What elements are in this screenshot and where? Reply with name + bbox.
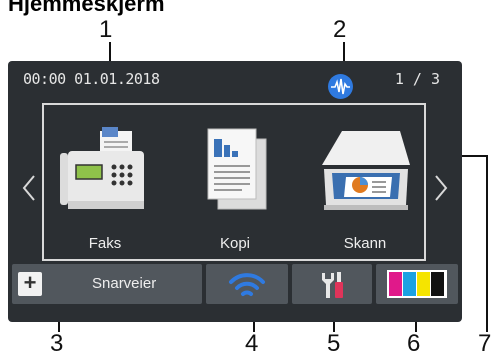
fax-app-button[interactable]: Faks xyxy=(50,115,160,255)
app-panel: Faks Kopi Skann xyxy=(42,103,426,261)
callout-6: 6 xyxy=(407,330,421,356)
callout-4: 4 xyxy=(245,330,259,356)
chevron-left-icon[interactable] xyxy=(20,173,38,203)
copy-app-label: Kopi xyxy=(219,235,251,252)
touchscreen: 00:00 01.01.2018 1 / 3 Faks Kopi Skann +… xyxy=(8,61,462,322)
date-time: 00:00 01.01.2018 xyxy=(23,70,160,88)
page-heading: Hjemmeskjerm xyxy=(8,0,165,16)
chevron-right-icon[interactable] xyxy=(432,173,450,203)
status-bar: 00:00 01.01.2018 1 / 3 xyxy=(8,61,462,99)
settings-tools-icon xyxy=(322,272,343,298)
callout-5: 5 xyxy=(327,330,341,356)
toner-button[interactable] xyxy=(376,264,458,304)
callout-1: 1 xyxy=(99,16,113,43)
callout-7: 7 xyxy=(478,330,492,356)
shortcuts-button[interactable]: + Snarveier xyxy=(12,264,202,304)
callout-7-line-vertical xyxy=(486,155,488,332)
page-indicator: 1 / 3 xyxy=(394,70,440,88)
wifi-icon xyxy=(229,273,265,296)
copy-documents-icon xyxy=(207,128,267,210)
toner-icon xyxy=(387,270,447,298)
scan-app-label: Skann xyxy=(343,235,387,252)
scan-app-button[interactable]: Skann xyxy=(310,115,420,255)
plus-icon: + xyxy=(18,272,42,296)
settings-button[interactable] xyxy=(292,264,372,304)
copy-app-button[interactable]: Kopi xyxy=(180,115,290,255)
fax-app-label: Faks xyxy=(88,235,122,252)
shortcuts-label: Snarveier xyxy=(92,275,157,292)
fax-machine-icon xyxy=(60,127,144,209)
scanner-icon xyxy=(322,131,410,210)
wifi-button[interactable] xyxy=(206,264,288,304)
callout-3: 3 xyxy=(50,330,64,356)
callout-2: 2 xyxy=(333,16,347,43)
wireless-signal-icon[interactable] xyxy=(328,74,353,99)
